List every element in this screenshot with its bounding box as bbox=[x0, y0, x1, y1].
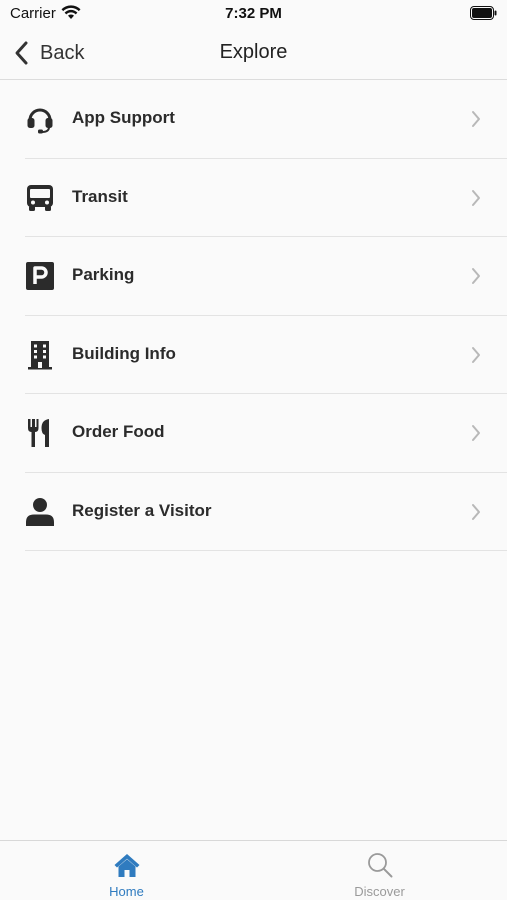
screen: Carrier 7:32 PM Back Explore App Support… bbox=[0, 0, 507, 900]
menu-item-label: Transit bbox=[72, 186, 128, 206]
explore-menu-list: App Support Transit Parking Building Inf… bbox=[0, 80, 507, 551]
battery-icon bbox=[470, 6, 497, 20]
parking-icon bbox=[25, 261, 55, 291]
menu-item-label: Building Info bbox=[72, 343, 176, 363]
menu-item-label: App Support bbox=[72, 108, 175, 127]
building-icon bbox=[25, 340, 55, 370]
menu-item-register-visitor[interactable]: Register a Visitor bbox=[25, 473, 507, 551]
tab-discover[interactable]: Discover bbox=[253, 841, 506, 900]
chevron-right-icon bbox=[472, 111, 480, 127]
menu-item-label: Parking bbox=[72, 265, 135, 284]
chevron-right-icon bbox=[472, 425, 480, 441]
status-time: 7:32 PM bbox=[225, 5, 282, 22]
home-icon bbox=[114, 854, 139, 877]
menu-item-label: Register a Visitor bbox=[72, 500, 212, 520]
page-title: Explore bbox=[219, 41, 288, 63]
menu-item-order-food[interactable]: Order Food bbox=[25, 394, 507, 473]
chevron-right-icon bbox=[472, 346, 480, 363]
chevron-right-icon bbox=[472, 503, 480, 520]
chevron-right-icon bbox=[472, 189, 480, 206]
chevron-right-icon bbox=[472, 268, 480, 284]
navigation-bar: Back Explore bbox=[0, 28, 507, 80]
menu-item-building-info[interactable]: Building Info bbox=[25, 316, 507, 394]
tab-label: Discover bbox=[354, 884, 405, 899]
menu-item-app-support[interactable]: App Support bbox=[25, 80, 507, 159]
headset-icon bbox=[25, 104, 55, 134]
tab-bar: Home Discover bbox=[0, 840, 507, 900]
menu-item-transit[interactable]: Transit bbox=[25, 159, 507, 237]
status-bar: Carrier 7:32 PM bbox=[0, 0, 507, 28]
tab-label: Home bbox=[109, 884, 144, 899]
search-icon bbox=[367, 853, 392, 878]
fork-knife-icon bbox=[25, 418, 55, 448]
tab-home[interactable]: Home bbox=[0, 841, 253, 900]
menu-item-parking[interactable]: Parking bbox=[25, 237, 507, 316]
person-icon bbox=[25, 497, 55, 527]
menu-item-label: Order Food bbox=[72, 422, 165, 441]
bus-icon bbox=[25, 183, 55, 213]
